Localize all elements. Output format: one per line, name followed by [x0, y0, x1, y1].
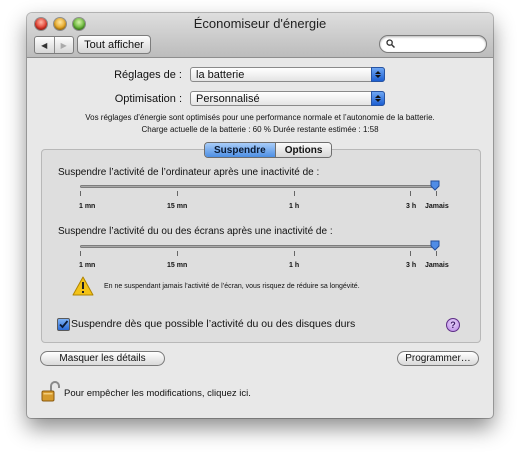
computer-sleep-label: Suspendre l’activité de l’ordinateur apr…: [58, 167, 320, 178]
help-button[interactable]: ?: [446, 318, 460, 332]
optimization-popup[interactable]: Personnalisé: [190, 91, 385, 106]
tick-label-1mn: 1 mn: [79, 262, 96, 269]
hide-details-button[interactable]: Masquer les détails: [40, 351, 165, 366]
title-bar: Économiseur d'énergie ◀ ▶ Tout afficher: [27, 13, 493, 58]
disk-sleep-label: Suspendre dès que possible l’activité du…: [71, 318, 356, 330]
tick-label-1h: 1 h: [289, 203, 300, 210]
settings-for-popup[interactable]: la batterie: [190, 67, 385, 82]
popup-arrows-icon: [371, 91, 385, 106]
tick-label-15mn: 15 mn: [167, 262, 188, 269]
optimization-label: Optimisation :: [114, 93, 182, 105]
tick-label-3h: 3 h: [406, 203, 417, 210]
disk-sleep-checkbox[interactable]: [57, 318, 70, 331]
preferences-window: Économiseur d'énergie ◀ ▶ Tout afficher …: [27, 13, 493, 418]
display-sleep-slider-thumb[interactable]: [430, 240, 440, 251]
tab-options[interactable]: Options: [275, 143, 332, 157]
search-field[interactable]: [379, 35, 487, 53]
tab-sleep[interactable]: Suspendre: [205, 143, 276, 157]
display-sleep-label: Suspendre l’activité du ou des écrans ap…: [58, 226, 333, 237]
search-icon: [386, 39, 395, 48]
warning-icon: [72, 276, 94, 296]
show-all-button[interactable]: Tout afficher: [77, 35, 151, 54]
tick-label-1h: 1 h: [289, 262, 300, 269]
forward-arrow-icon[interactable]: ▶: [55, 37, 74, 53]
computer-sleep-slider-thumb[interactable]: [430, 180, 440, 191]
tick-label-never: Jamais: [425, 203, 449, 210]
warning-text: En ne suspendant jamais l’activité de l’…: [104, 283, 360, 290]
tab-bar: Suspendre Options: [204, 142, 333, 158]
optimization-info-text: Vos réglages d’énergie sont optimisés po…: [85, 113, 435, 122]
settings-for-value: la batterie: [196, 69, 245, 81]
navigation-buttons: ◀ ▶: [34, 36, 74, 54]
tick-label-3h: 3 h: [406, 262, 417, 269]
back-arrow-icon[interactable]: ◀: [35, 37, 55, 53]
display-sleep-slider[interactable]: [80, 245, 438, 248]
tick-label-never: Jamais: [425, 262, 449, 269]
computer-sleep-ticks: [80, 191, 438, 197]
window-title: Économiseur d'énergie: [193, 16, 327, 31]
lock-icon[interactable]: [41, 381, 61, 403]
battery-status-text: Charge actuelle de la batterie : 60 % Du…: [141, 125, 379, 134]
lock-hint-text: Pour empêcher les modifications, cliquez…: [64, 388, 251, 399]
tick-label-15mn: 15 mn: [167, 203, 188, 210]
schedule-button[interactable]: Programmer…: [397, 351, 479, 366]
tick-label-1mn: 1 mn: [79, 203, 96, 210]
computer-sleep-slider[interactable]: [80, 185, 438, 188]
settings-for-label: Réglages de :: [114, 69, 182, 81]
checkmark-icon: [59, 320, 69, 329]
optimization-value: Personnalisé: [196, 93, 260, 105]
display-sleep-ticks: [80, 251, 438, 257]
popup-arrows-icon: [371, 67, 385, 82]
